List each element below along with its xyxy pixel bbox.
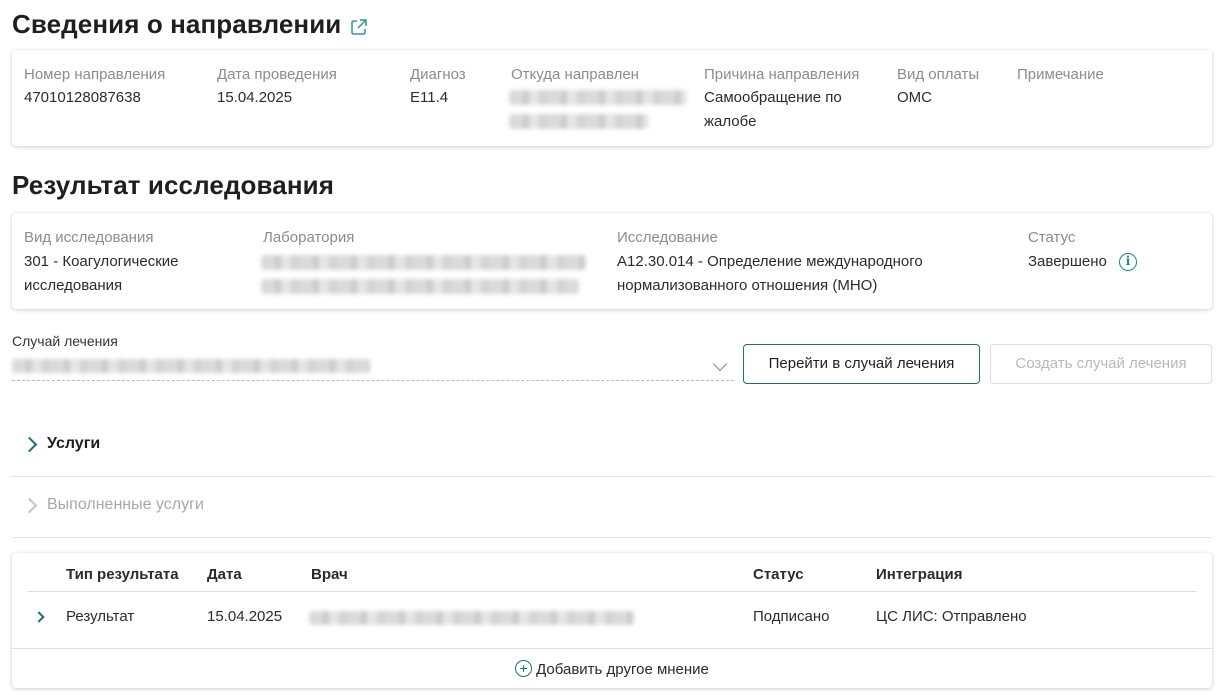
diagnosis-value: E11.4 [410,89,449,106]
add-opinion-row: + Добавить другое мнение [12,648,1212,688]
referred-from-redacted [509,90,687,105]
result-type-cell: Результат [66,608,135,625]
case-select[interactable] [12,350,734,381]
referral-title: Сведения о направлении [12,9,342,39]
status-label: Статус [1028,229,1076,246]
info-icon[interactable]: i [1119,253,1137,271]
case-label: Случай лечения [12,333,118,349]
status-cell: Подписано [753,608,830,625]
date-cell: 15.04.2025 [207,608,283,625]
laboratory-redacted [261,255,586,270]
divider [28,591,1196,592]
plus-circle-icon: + [515,660,533,677]
status-value: Завершено [1028,253,1107,270]
services-section[interactable]: Услуги [12,424,1212,468]
column-header: Врач [311,566,348,583]
external-link-icon[interactable] [350,18,368,36]
chevron-right-icon [21,436,38,453]
performed-services-section[interactable]: Выполненные услуги [12,485,1212,529]
diagnosis-label: Диагноз [410,66,466,83]
referral-date-value: 15.04.2025 [217,89,293,106]
column-header: Тип результата [66,566,179,583]
referral-card: Номер направления 47010128087638 Дата пр… [12,50,1212,146]
column-header: Интеграция [876,566,963,583]
divider [12,476,1212,477]
integration-cell: ЦС ЛИС: Отправлено [876,608,1027,625]
column-header: Дата [207,566,242,583]
divider [12,537,1212,538]
doctor-cell-redacted [309,611,634,625]
table-row[interactable]: Результат 15.04.2025 Подписано ЦС ЛИС: О… [12,593,1212,647]
add-opinion-button[interactable]: + Добавить другое мнение [12,660,1212,678]
referral-reason-value: Самообращение по жалобе [704,89,842,130]
laboratory-redacted-2 [261,279,579,294]
payment-type-value: ОМС [897,89,932,106]
referral-number-value: 47010128087638 [24,89,141,106]
create-case-button[interactable]: Создать случай лечения [990,344,1212,384]
note-label: Примечание [1017,66,1104,83]
performed-services-title: Выполненные услуги [47,496,204,513]
study-type-value: 301 - Коагулогические исследования [24,253,179,294]
referred-from-redacted-2 [509,114,649,129]
referral-reason-label: Причина направления [704,66,860,83]
expand-row-icon[interactable] [33,611,45,623]
study-value: A12.30.014 - Определение международного … [617,253,923,294]
services-title: Услуги [47,435,101,452]
add-opinion-label: Добавить другое мнение [536,661,709,678]
payment-type-label: Вид оплаты [897,66,980,83]
result-title: Результат исследования [12,170,334,200]
goto-case-button[interactable]: Перейти в случай лечения [743,344,980,384]
study-label: Исследование [617,229,718,246]
result-card: Вид исследования 301 - Коагулогические и… [12,213,1212,309]
referral-date-label: Дата проведения [217,66,337,83]
laboratory-label: Лаборатория [263,229,355,246]
referral-number-label: Номер направления [24,66,166,83]
column-header: Статус [753,566,804,583]
chevron-right-icon [21,497,38,514]
referred-from-label: Откуда направлен [511,66,639,83]
study-type-label: Вид исследования [24,229,154,246]
